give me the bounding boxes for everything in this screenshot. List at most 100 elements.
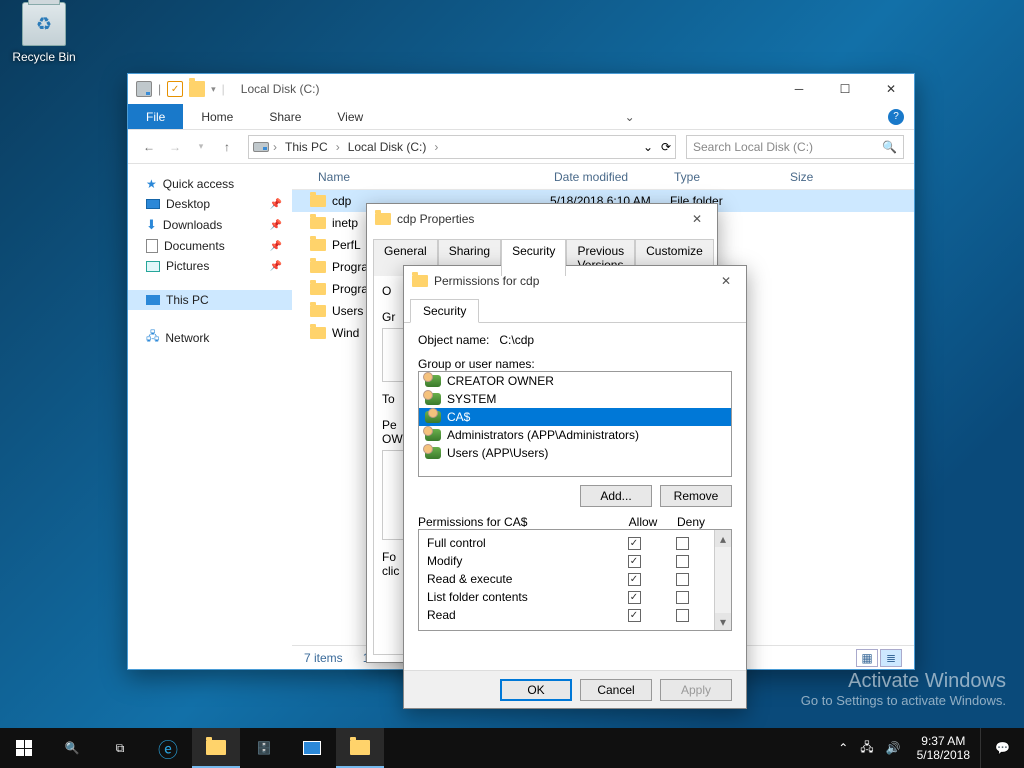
nav-network[interactable]: 🖧Network [128, 324, 292, 351]
taskbar-ie[interactable]: ⓔ [144, 728, 192, 768]
permission-row: Full control✓ [427, 534, 706, 552]
scrollbar[interactable]: ▴ ▾ [714, 530, 731, 630]
user-list-item[interactable]: Users (APP\Users) [419, 444, 731, 462]
nav-pictures[interactable]: Pictures📌 [128, 256, 292, 276]
start-button[interactable] [0, 728, 48, 768]
tray-volume-icon[interactable]: 🔊 [880, 741, 907, 755]
qat-properties-icon[interactable]: ✓ [167, 81, 183, 97]
nav-documents[interactable]: Documents📌 [128, 236, 292, 256]
allow-checkbox[interactable]: ✓ [628, 591, 641, 604]
nav-this-pc[interactable]: This PC [128, 290, 292, 310]
deny-label: Deny [667, 515, 715, 529]
taskbar-folder[interactable] [336, 728, 384, 768]
nav-recent[interactable]: ▾ [190, 136, 212, 158]
remove-button[interactable]: Remove [660, 485, 732, 507]
recycle-bin[interactable]: ♻ Recycle Bin [8, 2, 80, 64]
allow-label: Allow [619, 515, 667, 529]
apply-button[interactable]: Apply [660, 679, 732, 701]
close-button[interactable]: ✕ [868, 74, 914, 104]
tab-security[interactable]: Security [501, 239, 566, 276]
clock[interactable]: 9:37 AM 5/18/2018 [907, 734, 980, 763]
close-icon[interactable]: ✕ [685, 212, 709, 226]
col-date[interactable]: Date modified [546, 170, 666, 184]
permissions-list: Full control✓Modify✓Read & execute✓List … [418, 529, 732, 631]
search-button[interactable]: 🔍 [48, 728, 96, 768]
recycle-bin-label: Recycle Bin [8, 50, 80, 64]
allow-checkbox[interactable]: ✓ [628, 555, 641, 568]
user-icon [425, 411, 441, 423]
folder-icon [375, 213, 391, 225]
search-input[interactable]: Search Local Disk (C:) 🔍 [686, 135, 904, 159]
scroll-up-icon[interactable]: ▴ [715, 530, 731, 547]
nav-up[interactable]: ↑ [216, 136, 238, 158]
scroll-down-icon[interactable]: ▾ [715, 613, 731, 630]
permission-row: Modify✓ [427, 552, 706, 570]
ribbon-expand-icon[interactable]: ⌄ [625, 110, 645, 124]
ribbon-share[interactable]: Share [251, 104, 319, 129]
group-icon [425, 447, 441, 459]
column-headers[interactable]: Name Date modified Type Size [292, 164, 914, 190]
maximize-button[interactable]: ☐ [822, 74, 868, 104]
address-bar[interactable]: › This PC › Local Disk (C:) › ⌄ ⟳ [248, 135, 676, 159]
nav-downloads[interactable]: ⬇Downloads📌 [128, 214, 292, 236]
qat-newfolder-icon[interactable] [189, 81, 205, 97]
group-icon [425, 375, 441, 387]
permission-row: Read & execute✓ [427, 570, 706, 588]
help-icon[interactable]: ? [888, 109, 904, 125]
address-dropdown-icon[interactable]: ⌄ [643, 140, 653, 154]
user-list-item[interactable]: Administrators (APP\Administrators) [419, 426, 731, 444]
ribbon-home[interactable]: Home [183, 104, 251, 129]
object-name-label: Object name: [418, 333, 489, 347]
deny-checkbox[interactable] [676, 537, 689, 550]
allow-checkbox[interactable]: ✓ [628, 609, 641, 622]
user-list-item[interactable]: CREATOR OWNER [419, 372, 731, 390]
col-size[interactable]: Size [782, 170, 914, 184]
tray-network-icon[interactable]: 🖧 [854, 738, 879, 759]
pin-icon: 📌 [270, 241, 282, 252]
user-list-item[interactable]: SYSTEM [419, 390, 731, 408]
ribbon-file[interactable]: File [128, 104, 183, 129]
breadcrumb-drive[interactable]: Local Disk (C:) [344, 140, 431, 154]
nav-back[interactable]: ← [138, 136, 160, 158]
taskbar-server-manager[interactable]: 🗄️ [240, 728, 288, 768]
task-view-button[interactable]: ⧉ [96, 728, 144, 768]
allow-checkbox[interactable]: ✓ [628, 573, 641, 586]
properties-titlebar[interactable]: cdp Properties ✕ [367, 204, 717, 234]
nav-desktop[interactable]: Desktop📌 [128, 194, 292, 214]
drive-icon [136, 81, 152, 97]
close-icon[interactable]: ✕ [714, 274, 738, 288]
taskbar-app1[interactable] [288, 728, 336, 768]
action-center-button[interactable]: 💬 [980, 728, 1024, 768]
deny-checkbox[interactable] [676, 609, 689, 622]
ok-button[interactable]: OK [500, 679, 572, 701]
object-name-value: C:\cdp [499, 333, 534, 347]
nav-forward[interactable]: → [164, 136, 186, 158]
view-thumbnails-button[interactable]: ▦ [856, 649, 878, 667]
user-list[interactable]: CREATOR OWNERSYSTEMCA$Administrators (AP… [418, 371, 732, 477]
allow-checkbox[interactable]: ✓ [628, 537, 641, 550]
tab-security[interactable]: Security [410, 299, 479, 323]
deny-checkbox[interactable] [676, 573, 689, 586]
add-button[interactable]: Add... [580, 485, 652, 507]
deny-checkbox[interactable] [676, 591, 689, 604]
taskbar[interactable]: 🔍 ⧉ ⓔ 🗄️ ⌃ 🖧 🔊 9:37 AM 5/18/2018 💬 [0, 728, 1024, 768]
ribbon-view[interactable]: View [319, 104, 381, 129]
permission-row: List folder contents✓ [427, 588, 706, 606]
explorer-titlebar[interactable]: | ✓ ▾ | Local Disk (C:) ─ ☐ ✕ [128, 74, 914, 104]
col-type[interactable]: Type [666, 170, 782, 184]
permissions-titlebar[interactable]: Permissions for cdp ✕ [404, 266, 746, 296]
taskbar-explorer[interactable] [192, 728, 240, 768]
cancel-button[interactable]: Cancel [580, 679, 652, 701]
refresh-icon[interactable]: ⟳ [661, 140, 671, 154]
user-list-item[interactable]: CA$ [419, 408, 731, 426]
col-name[interactable]: Name [310, 170, 546, 184]
breadcrumb-thispc[interactable]: This PC [281, 140, 332, 154]
view-details-button[interactable]: ≣ [880, 649, 902, 667]
explorer-title: Local Disk (C:) [241, 82, 776, 96]
minimize-button[interactable]: ─ [776, 74, 822, 104]
nav-quick-access[interactable]: ★Quick access [128, 174, 292, 194]
deny-checkbox[interactable] [676, 555, 689, 568]
status-count: 7 items [304, 651, 343, 665]
permission-row: Read✓ [427, 606, 706, 624]
tray-chevron-icon[interactable]: ⌃ [832, 741, 854, 755]
